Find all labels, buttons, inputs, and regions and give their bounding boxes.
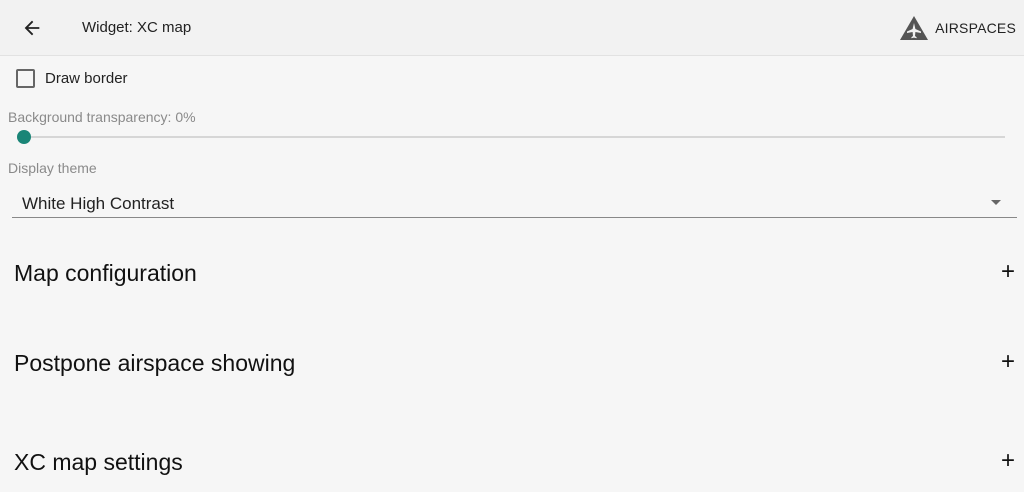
- section-postpone-airspace[interactable]: Postpone airspace showing +: [0, 338, 1024, 388]
- transparency-label: Background transparency: 0%: [8, 109, 196, 125]
- display-theme-select[interactable]: White High Contrast: [12, 186, 1017, 218]
- display-theme-value: White High Contrast: [22, 194, 175, 213]
- slider-thumb[interactable]: [17, 130, 31, 144]
- page-title: Widget: XC map: [82, 19, 192, 36]
- draw-border-checkbox[interactable]: Draw border: [16, 66, 128, 90]
- section-xc-map-settings[interactable]: XC map settings +: [0, 437, 1024, 487]
- display-theme-label: Display theme: [8, 160, 97, 176]
- airspaces-logo-icon: [900, 16, 929, 40]
- section-title: Postpone airspace showing: [14, 350, 296, 376]
- caret-down-icon: [991, 200, 1001, 205]
- arrow-left-icon: [24, 20, 40, 36]
- section-title: XC map settings: [14, 449, 183, 475]
- checkbox-box[interactable]: [16, 68, 35, 88]
- transparency-slider[interactable]: [17, 129, 1005, 145]
- app-bar: Widget: XC map AIRSPACES: [0, 0, 1024, 56]
- section-map-configuration[interactable]: Map configuration +: [0, 248, 1024, 298]
- expand-plus-icon[interactable]: +: [998, 447, 1018, 475]
- section-title: Map configuration: [14, 260, 197, 286]
- airspaces-label: AIRSPACES: [935, 20, 1016, 36]
- expand-plus-icon[interactable]: +: [998, 348, 1018, 376]
- expand-plus-icon[interactable]: +: [998, 258, 1018, 286]
- slider-track: [18, 136, 1005, 138]
- draw-border-label: Draw border: [45, 69, 128, 87]
- airspaces-button[interactable]: AIRSPACES: [899, 12, 1016, 44]
- back-button[interactable]: [12, 8, 52, 48]
